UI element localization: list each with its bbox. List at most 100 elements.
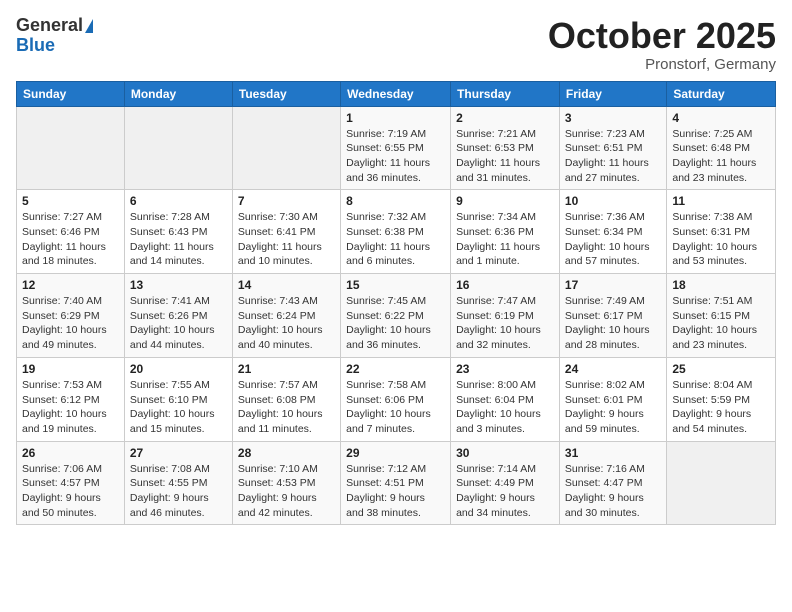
day-number: 29 [346, 446, 445, 460]
calendar-week-row: 5Sunrise: 7:27 AMSunset: 6:46 PMDaylight… [17, 190, 776, 274]
weekday-header-cell: Sunday [17, 81, 125, 106]
weekday-header-cell: Monday [124, 81, 232, 106]
day-number: 23 [456, 362, 554, 376]
day-number: 31 [565, 446, 661, 460]
calendar-cell: 19 Sunrise: 7:53 AMSunset: 6:12 PMDayligh… [17, 357, 125, 441]
day-info: Sunrise: 7:28 AMSunset: 6:43 PMDaylight:… [130, 210, 227, 269]
calendar-table: SundayMondayTuesdayWednesdayThursdayFrid… [16, 81, 776, 526]
calendar-week-row: 26Sunrise: 7:06 AMSunset: 4:57 PMDayligh… [17, 441, 776, 525]
day-number: 8 [346, 194, 445, 208]
calendar-cell: 31 Sunrise: 7:16 AMSunset: 4:47 PMDayligh… [559, 441, 666, 525]
calendar-week-row: 19 Sunrise: 7:53 AMSunset: 6:12 PMDayligh… [17, 357, 776, 441]
location-text: Pronstorf, Germany [548, 56, 776, 73]
calendar-cell [17, 106, 125, 190]
day-number: 27 [130, 446, 227, 460]
logo-blue-text: Blue [16, 36, 55, 56]
day-info: Sunrise: 7:49 AMSunset: 6:17 PMDaylight:… [565, 294, 661, 353]
calendar-cell: 28 Sunrise: 7:10 AMSunset: 4:53 PMDayligh… [232, 441, 340, 525]
month-title: October 2025 [548, 16, 776, 56]
day-info: Sunrise: 7:14 AMSunset: 4:49 PMDaylight:… [456, 462, 554, 521]
calendar-cell: 30 Sunrise: 7:14 AMSunset: 4:49 PMDayligh… [451, 441, 560, 525]
day-number: 12 [22, 278, 119, 292]
day-info: Sunrise: 7:25 AMSunset: 6:48 PMDaylight:… [672, 127, 770, 186]
day-number: 24 [565, 362, 661, 376]
day-number: 18 [672, 278, 770, 292]
calendar-body: 1 Sunrise: 7:19 AMSunset: 6:55 PMDaylight… [17, 106, 776, 525]
calendar-cell: 24 Sunrise: 8:02 AMSunset: 6:01 PMDayligh… [559, 357, 666, 441]
calendar-cell: 8 Sunrise: 7:32 AMSunset: 6:38 PMDaylight… [341, 190, 451, 274]
weekday-header-cell: Saturday [667, 81, 776, 106]
day-info: Sunrise: 7:32 AMSunset: 6:38 PMDaylight:… [346, 210, 445, 269]
day-number: 4 [672, 111, 770, 125]
calendar-cell: 18 Sunrise: 7:51 AMSunset: 6:15 PMDayligh… [667, 274, 776, 358]
calendar-cell: 10 Sunrise: 7:36 AMSunset: 6:34 PMDayligh… [559, 190, 666, 274]
calendar-cell: 5Sunrise: 7:27 AMSunset: 6:46 PMDaylight… [17, 190, 125, 274]
day-info: Sunrise: 7:41 AMSunset: 6:26 PMDaylight:… [130, 294, 227, 353]
calendar-cell: 6 Sunrise: 7:28 AMSunset: 6:43 PMDaylight… [124, 190, 232, 274]
day-number: 3 [565, 111, 661, 125]
day-number: 6 [130, 194, 227, 208]
day-number: 15 [346, 278, 445, 292]
calendar-week-row: 12 Sunrise: 7:40 AMSunset: 6:29 PMDayligh… [17, 274, 776, 358]
day-info: Sunrise: 7:16 AMSunset: 4:47 PMDaylight:… [565, 462, 661, 521]
day-number: 21 [238, 362, 335, 376]
day-number: 1 [346, 111, 445, 125]
title-block: October 2025 Pronstorf, Germany [548, 16, 776, 73]
day-number: 19 [22, 362, 119, 376]
calendar-cell: 27 Sunrise: 7:08 AMSunset: 4:55 PMDayligh… [124, 441, 232, 525]
day-info: Sunrise: 7:23 AMSunset: 6:51 PMDaylight:… [565, 127, 661, 186]
day-info: Sunrise: 7:53 AMSunset: 6:12 PMDaylight:… [22, 378, 119, 437]
day-number: 11 [672, 194, 770, 208]
calendar-cell: 13 Sunrise: 7:41 AMSunset: 6:26 PMDayligh… [124, 274, 232, 358]
day-number: 17 [565, 278, 661, 292]
day-number: 16 [456, 278, 554, 292]
calendar-cell: 21Sunrise: 7:57 AMSunset: 6:08 PMDayligh… [232, 357, 340, 441]
logo-triangle-icon [85, 19, 93, 33]
day-info: Sunrise: 7:21 AMSunset: 6:53 PMDaylight:… [456, 127, 554, 186]
day-number: 20 [130, 362, 227, 376]
day-info: Sunrise: 7:55 AMSunset: 6:10 PMDaylight:… [130, 378, 227, 437]
day-info: Sunrise: 7:34 AMSunset: 6:36 PMDaylight:… [456, 210, 554, 269]
weekday-header-cell: Wednesday [341, 81, 451, 106]
calendar-cell: 2 Sunrise: 7:21 AMSunset: 6:53 PMDaylight… [451, 106, 560, 190]
calendar-week-row: 1 Sunrise: 7:19 AMSunset: 6:55 PMDaylight… [17, 106, 776, 190]
calendar-cell: 7Sunrise: 7:30 AMSunset: 6:41 PMDaylight… [232, 190, 340, 274]
calendar-cell: 4 Sunrise: 7:25 AMSunset: 6:48 PMDaylight… [667, 106, 776, 190]
calendar-cell: 15 Sunrise: 7:45 AMSunset: 6:22 PMDayligh… [341, 274, 451, 358]
day-info: Sunrise: 7:08 AMSunset: 4:55 PMDaylight:… [130, 462, 227, 521]
day-info: Sunrise: 7:51 AMSunset: 6:15 PMDaylight:… [672, 294, 770, 353]
day-info: Sunrise: 7:38 AMSunset: 6:31 PMDaylight:… [672, 210, 770, 269]
day-number: 9 [456, 194, 554, 208]
day-info: Sunrise: 7:45 AMSunset: 6:22 PMDaylight:… [346, 294, 445, 353]
day-info: Sunrise: 7:40 AMSunset: 6:29 PMDaylight:… [22, 294, 119, 353]
day-number: 25 [672, 362, 770, 376]
day-number: 13 [130, 278, 227, 292]
calendar-cell [667, 441, 776, 525]
page-header: General Blue October 2025 Pronstorf, Ger… [16, 16, 776, 73]
calendar-cell [232, 106, 340, 190]
calendar-cell: 20 Sunrise: 7:55 AMSunset: 6:10 PMDayligh… [124, 357, 232, 441]
day-info: Sunrise: 7:12 AMSunset: 4:51 PMDaylight:… [346, 462, 445, 521]
calendar-cell: 9 Sunrise: 7:34 AMSunset: 6:36 PMDaylight… [451, 190, 560, 274]
day-info: Sunrise: 8:02 AMSunset: 6:01 PMDaylight:… [565, 378, 661, 437]
day-info: Sunrise: 7:43 AMSunset: 6:24 PMDaylight:… [238, 294, 335, 353]
day-info: Sunrise: 7:19 AMSunset: 6:55 PMDaylight:… [346, 127, 445, 186]
day-number: 10 [565, 194, 661, 208]
calendar-cell: 23Sunrise: 8:00 AMSunset: 6:04 PMDayligh… [451, 357, 560, 441]
calendar-cell [124, 106, 232, 190]
calendar-cell: 22Sunrise: 7:58 AMSunset: 6:06 PMDayligh… [341, 357, 451, 441]
day-info: Sunrise: 7:58 AMSunset: 6:06 PMDaylight:… [346, 378, 445, 437]
calendar-cell: 29 Sunrise: 7:12 AMSunset: 4:51 PMDayligh… [341, 441, 451, 525]
day-number: 30 [456, 446, 554, 460]
logo-general-text: General [16, 16, 83, 36]
calendar-cell: 11 Sunrise: 7:38 AMSunset: 6:31 PMDayligh… [667, 190, 776, 274]
day-info: Sunrise: 7:36 AMSunset: 6:34 PMDaylight:… [565, 210, 661, 269]
logo: General Blue [16, 16, 93, 56]
day-info: Sunrise: 7:30 AMSunset: 6:41 PMDaylight:… [238, 210, 335, 269]
weekday-header-row: SundayMondayTuesdayWednesdayThursdayFrid… [17, 81, 776, 106]
day-number: 2 [456, 111, 554, 125]
calendar-cell: 3 Sunrise: 7:23 AMSunset: 6:51 PMDaylight… [559, 106, 666, 190]
day-info: Sunrise: 7:47 AMSunset: 6:19 PMDaylight:… [456, 294, 554, 353]
day-number: 28 [238, 446, 335, 460]
day-info: Sunrise: 7:10 AMSunset: 4:53 PMDaylight:… [238, 462, 335, 521]
